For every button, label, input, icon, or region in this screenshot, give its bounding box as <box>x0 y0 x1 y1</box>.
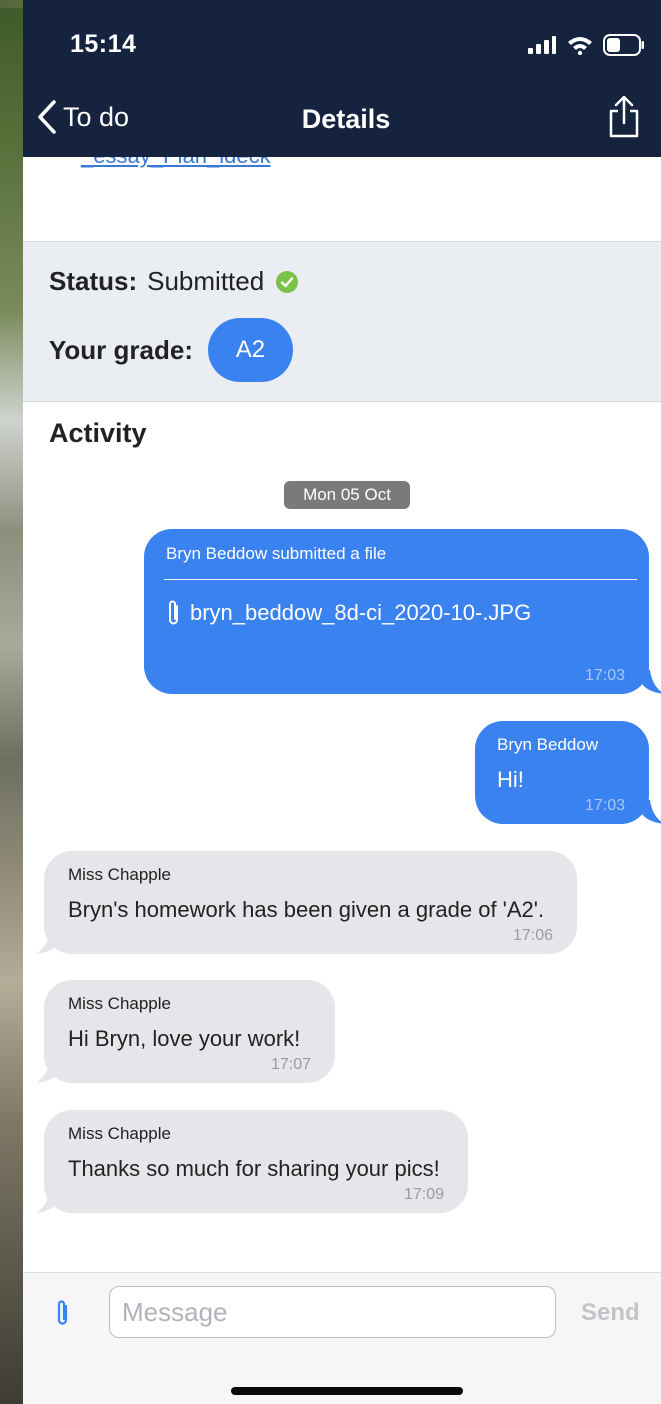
send-button[interactable]: Send <box>581 1299 640 1327</box>
page-title: Details <box>301 104 391 134</box>
message-text: Thanks so much for sharing your pics! <box>68 1156 440 1181</box>
activity-title: Activity <box>49 418 147 448</box>
bubble-tail <box>642 670 661 694</box>
background-photo <box>0 0 23 1404</box>
status-time: 15:14 <box>70 30 137 58</box>
message-time: 17:03 <box>584 667 625 684</box>
divider <box>164 579 637 580</box>
message-text: Hi Bryn, love your work! <box>68 1026 301 1051</box>
message-bubble: Miss Chapple Bryn's homework has been gi… <box>36 851 577 954</box>
signal-icon <box>528 36 556 54</box>
status-panel: Status: Submitted Your grade: A2 <box>23 242 661 402</box>
share-button[interactable] <box>607 95 641 143</box>
status-label: Status: <box>49 266 138 296</box>
message-bubble: Bryn Beddow Hi! 17:03 <box>475 721 661 824</box>
message-bubble: Miss Chapple Thanks so much for sharing … <box>36 1110 468 1213</box>
file-name: bryn_beddow_8d-ci_2020-10-.JPG <box>190 600 532 625</box>
attach-button[interactable] <box>55 1299 71 1332</box>
message-header: Bryn Beddow submitted a file <box>166 544 387 563</box>
message-time: 17:09 <box>403 1186 444 1203</box>
message-input[interactable] <box>109 1286 556 1338</box>
grade-label: Your grade: <box>49 334 193 365</box>
bubble-tail <box>642 800 661 824</box>
bubble-tail <box>36 1189 58 1213</box>
status-value: Submitted <box>147 266 265 296</box>
attachment-area: _essay_Plan_ideck <box>23 157 661 242</box>
status-row: Status: Submitted <box>49 266 299 297</box>
message-bubble: Miss Chapple Hi Bryn, love your work! 17… <box>36 980 335 1083</box>
bubble-tail <box>36 930 58 954</box>
battery-icon <box>603 34 644 56</box>
file-attachment-link[interactable]: bryn_beddow_8d-ci_2020-10-.JPG <box>166 599 531 627</box>
attachment-link[interactable]: _essay_Plan_ideck <box>81 157 271 169</box>
app-screen: 15:14 To do Details Status: Submitted Yo… <box>23 0 661 1404</box>
message-time: 17:07 <box>270 1056 311 1073</box>
message-sender: Bryn Beddow <box>497 735 599 754</box>
status-icons <box>527 34 645 56</box>
bubble-tail <box>36 1059 58 1083</box>
message-time: 17:03 <box>584 797 625 814</box>
header: 15:14 To do Details <box>23 0 661 157</box>
message-sender: Miss Chapple <box>68 865 171 884</box>
message-time: 17:06 <box>512 927 553 944</box>
date-separator: Mon 05 Oct <box>284 481 410 509</box>
message-text: Hi! <box>497 767 524 792</box>
check-circle-icon <box>276 270 299 293</box>
paperclip-icon <box>169 600 178 625</box>
grade-row: Your grade: A2 <box>49 318 293 382</box>
home-indicator <box>231 1387 463 1395</box>
message-bubble-file-submission: Bryn Beddow submitted a file bryn_beddow… <box>144 529 661 694</box>
message-text: Bryn's homework has been given a grade o… <box>68 897 545 922</box>
grade-badge: A2 <box>207 318 293 382</box>
wifi-icon <box>568 37 592 55</box>
message-sender: Miss Chapple <box>68 994 171 1013</box>
message-composer: Send <box>23 1272 661 1404</box>
share-icon <box>609 95 639 138</box>
message-sender: Miss Chapple <box>68 1124 171 1143</box>
paperclip-icon <box>57 1300 68 1325</box>
